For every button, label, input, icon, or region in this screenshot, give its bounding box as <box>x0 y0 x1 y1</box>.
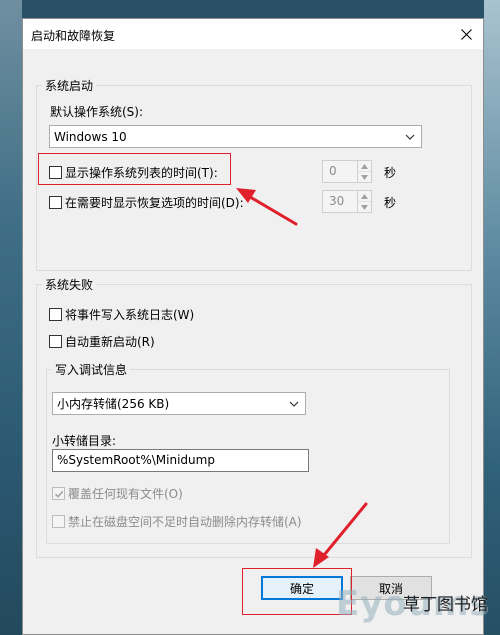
spin-up-icon[interactable] <box>358 191 371 201</box>
ok-button[interactable]: 确定 <box>261 576 343 600</box>
cancel-button[interactable]: 取消 <box>350 576 432 600</box>
spin-up-icon[interactable] <box>358 161 371 171</box>
close-button[interactable] <box>449 19 483 49</box>
write-log-checkbox[interactable]: 将事件写入系统日志(W) <box>49 306 194 323</box>
overwrite-box <box>52 487 65 500</box>
show-os-list-spinner[interactable]: 0 <box>322 160 372 183</box>
show-os-list-box <box>49 166 62 179</box>
auto-restart-label: 自动重新启动(R) <box>65 335 155 349</box>
write-log-box <box>49 308 62 321</box>
dump-type-value: 小内存转储(256 KB) <box>57 397 170 411</box>
show-recovery-checkbox[interactable]: 在需要时显示恢复选项的时间(D): <box>49 194 244 211</box>
show-os-list-checkbox[interactable]: 显示操作系统列表的时间(T): <box>49 164 218 181</box>
startup-recovery-dialog: 启动和故障恢复 系统启动 默认操作系统(S): Windows 10 显示操作系… <box>22 18 484 635</box>
dump-dir-input[interactable]: %SystemRoot%\Minidump <box>52 449 309 472</box>
desktop-background-left <box>0 0 22 635</box>
chevron-down-icon <box>405 134 415 140</box>
show-recovery-value: 30 <box>322 190 358 213</box>
write-log-label: 将事件写入系统日志(W) <box>65 308 195 322</box>
show-recovery-box <box>49 196 62 209</box>
dialog-title: 启动和故障恢复 <box>31 29 116 43</box>
show-os-list-unit: 秒 <box>384 166 397 180</box>
show-os-list-label: 显示操作系统列表的时间(T): <box>65 166 218 180</box>
default-os-value: Windows 10 <box>54 129 127 144</box>
auto-restart-checkbox[interactable]: 自动重新启动(R) <box>49 333 155 350</box>
default-os-select[interactable]: Windows 10 <box>49 125 422 148</box>
checkmark-icon <box>54 490 63 498</box>
system-startup-legend: 系统启动 <box>45 79 94 93</box>
spin-down-icon[interactable] <box>358 201 371 212</box>
overwrite-label: 覆盖任何现有文件(O) <box>68 487 183 501</box>
auto-restart-box <box>49 335 62 348</box>
dump-type-select[interactable]: 小内存转储(256 KB) <box>52 392 306 415</box>
title-bar: 启动和故障恢复 <box>23 19 483 49</box>
close-icon <box>460 28 472 40</box>
chevron-down-icon <box>289 401 299 407</box>
disable-auto-delete-checkbox[interactable]: 禁止在磁盘空间不足时自动删除内存转储(A) <box>52 513 302 530</box>
dump-dir-label: 小转储目录: <box>52 434 117 448</box>
debug-info-legend: 写入调试信息 <box>55 363 128 377</box>
system-failure-legend: 系统失败 <box>45 278 94 292</box>
spin-down-icon[interactable] <box>358 171 371 182</box>
disable-auto-delete-box <box>52 515 65 528</box>
overwrite-checkbox[interactable]: 覆盖任何现有文件(O) <box>52 485 183 502</box>
show-recovery-unit: 秒 <box>384 196 397 210</box>
show-recovery-label: 在需要时显示恢复选项的时间(D): <box>65 196 244 210</box>
show-recovery-spinner[interactable]: 30 <box>322 190 372 213</box>
show-os-list-value: 0 <box>322 160 358 183</box>
disable-auto-delete-label: 禁止在磁盘空间不足时自动删除内存转储(A) <box>68 515 302 529</box>
default-os-label: 默认操作系统(S): <box>50 105 144 119</box>
desktop-background-right <box>484 0 500 635</box>
